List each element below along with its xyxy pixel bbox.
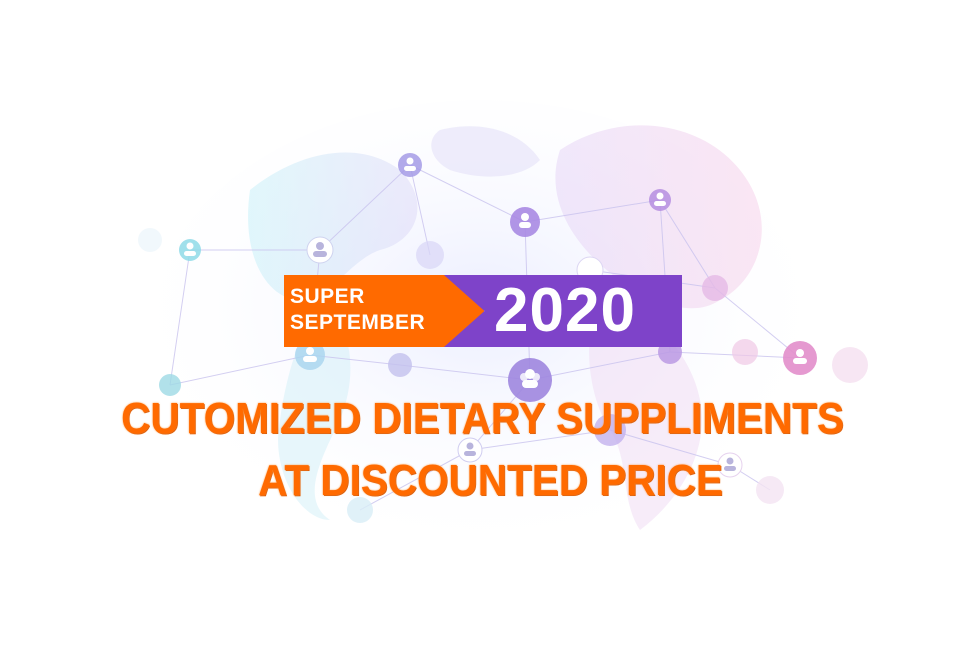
badge-line-september: SEPTEMBER	[290, 311, 426, 334]
banner: SUPER SEPTEMBER 2020 CUTOMIZED DIETARY S…	[0, 0, 965, 649]
badge-year: 2020	[494, 276, 636, 345]
super-september-badge: SUPER SEPTEMBER 2020	[284, 275, 682, 347]
badge-line-super: SUPER	[290, 285, 365, 308]
badge-tag-hole	[474, 308, 481, 315]
headline-line-2: AT DISCOUNTED PRICE	[258, 456, 723, 505]
headline-line-1: CUTOMIZED DIETARY SUPPLIMENTS	[121, 394, 844, 443]
